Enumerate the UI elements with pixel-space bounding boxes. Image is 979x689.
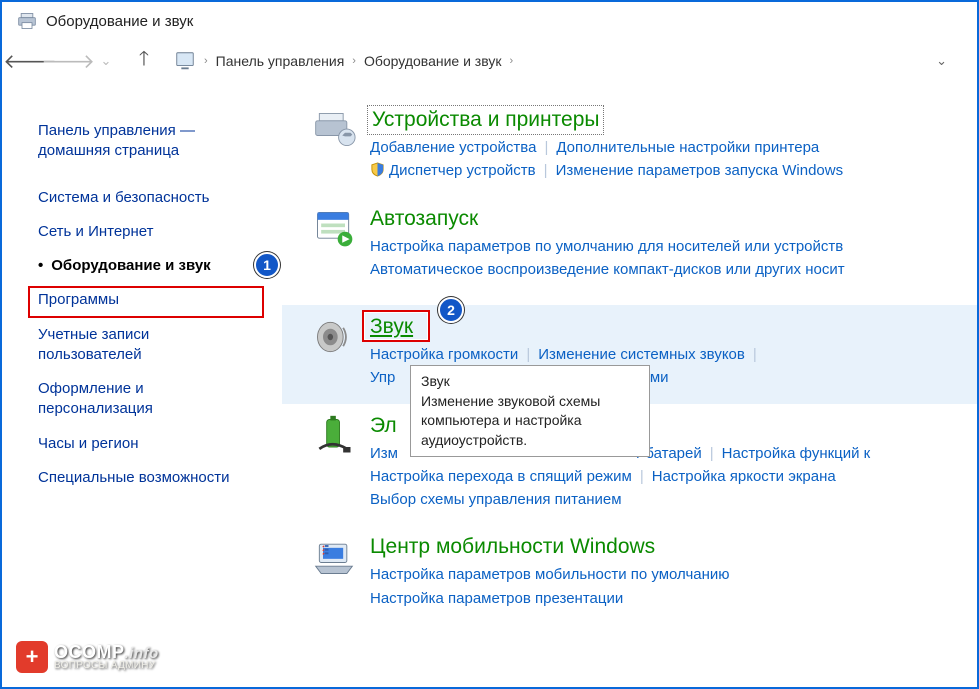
link-presentation[interactable]: Настройка параметров презентации <box>370 590 623 607</box>
sidebar-item-hardware-sound[interactable]: • Оборудование и звук <box>38 249 282 283</box>
sidebar-item-system[interactable]: Система и безопасность <box>38 181 282 215</box>
sidebar-item-clock[interactable]: Часы и регион <box>38 427 282 461</box>
breadcrumb: › Панель управления › Оборудование и зву… <box>168 46 963 76</box>
window-title: Оборудование и звук <box>46 13 193 30</box>
link-volume[interactable]: Настройка громкости <box>370 346 518 363</box>
cat-title-sound[interactable]: Звук <box>370 315 413 339</box>
chevron-down-icon[interactable]: ⌄ <box>926 53 957 69</box>
autoplay-icon <box>312 207 356 251</box>
link-auto-cd[interactable]: Автоматическое воспроизведение компакт-д… <box>370 261 845 278</box>
crumb-control-panel[interactable]: Панель управления <box>216 53 345 69</box>
tooltip-body: Изменение звуковой схемы компьютера и на… <box>421 392 639 451</box>
sidebar-item-appearance[interactable]: Оформление и персонализация <box>38 372 238 427</box>
sidebar: Панель управления — домашняя страница Си… <box>2 90 282 495</box>
annotation-badge-2: 2 <box>438 297 464 323</box>
category-autoplay: Автозапуск Настройка параметров по умолч… <box>282 207 977 282</box>
links-row: Добавление устройства|Дополнительные нас… <box>370 136 977 159</box>
link-printer-settings[interactable]: Дополнительные настройки принтера <box>556 139 819 156</box>
mobility-icon <box>312 535 356 579</box>
forward-button[interactable]: 🡒 <box>54 47 82 75</box>
chevron-right-icon: › <box>352 55 356 67</box>
link-windows-startup[interactable]: Изменение параметров запуска Windows <box>556 162 844 179</box>
cp-icon <box>174 50 196 72</box>
link-power-left[interactable]: Изм <box>370 445 398 462</box>
devices-printers-icon <box>312 108 356 152</box>
links-row: Диспетчер устройств|Изменение параметров… <box>370 159 977 182</box>
link-device-manager[interactable]: Диспетчер устройств <box>389 162 536 179</box>
annotation-badge-1: 1 <box>254 252 280 278</box>
link-mobility-defaults[interactable]: Настройка параметров мобильности по умол… <box>370 566 730 583</box>
bullet-icon: • <box>38 257 43 274</box>
link-brightness[interactable]: Настройка яркости экрана <box>652 468 836 485</box>
back-button[interactable]: 🡐 <box>16 47 44 75</box>
main-panel: Устройства и принтеры Добавление устройс… <box>282 90 977 634</box>
link-sound-truncated-left[interactable]: Упр <box>370 369 395 386</box>
tooltip: Звук Изменение звуковой схемы компьютера… <box>410 365 650 457</box>
watermark-main: OCOMP <box>54 642 125 662</box>
sidebar-item-home[interactable]: Панель управления — домашняя страница <box>38 114 238 169</box>
cat-title-mobility[interactable]: Центр мобильности Windows <box>370 535 655 559</box>
titlebar: Оборудование и звук <box>2 2 977 40</box>
power-icon <box>312 414 356 458</box>
plus-icon: + <box>16 641 48 673</box>
cat-title-devices[interactable]: Устройства и принтеры <box>370 108 601 132</box>
category-devices-printers: Устройства и принтеры Добавление устройс… <box>282 108 977 183</box>
sidebar-item-network[interactable]: Сеть и Интернет <box>38 215 282 249</box>
crumb-hardware-sound[interactable]: Оборудование и звук <box>364 53 502 69</box>
sidebar-item-programs[interactable]: Программы <box>38 283 282 317</box>
link-sleep[interactable]: Настройка перехода в спящий режим <box>370 468 632 485</box>
chevron-right-icon: › <box>509 55 513 67</box>
sidebar-active-label: Оборудование и звук <box>51 257 210 274</box>
content: Панель управления — домашняя страница Си… <box>2 90 977 634</box>
nav-row: 🡐 🡒 ⌄ 🡑 › Панель управления › Оборудован… <box>2 40 977 90</box>
link-add-device[interactable]: Добавление устройства <box>370 139 536 156</box>
watermark-sub: ВОПРОСЫ АДМИНУ <box>54 661 159 671</box>
category-mobility: Центр мобильности Windows Настройка пара… <box>282 535 977 610</box>
link-power-buttons[interactable]: Настройка функций к <box>722 445 871 462</box>
recent-dropdown[interactable]: ⌄ <box>92 47 120 75</box>
printer-icon <box>16 10 38 32</box>
up-button[interactable]: 🡑 <box>130 47 158 75</box>
chevron-right-icon: › <box>204 55 208 67</box>
cat-title-autoplay[interactable]: Автозапуск <box>370 207 478 231</box>
shield-icon <box>370 161 385 176</box>
cat-title-power[interactable]: Эл <box>370 414 397 438</box>
link-autoplay-defaults[interactable]: Настройка параметров по умолчанию для но… <box>370 238 843 255</box>
link-system-sounds[interactable]: Изменение системных звуков <box>538 346 745 363</box>
link-power-plan[interactable]: Выбор схемы управления питанием <box>370 491 622 508</box>
watermark: + OCOMP.info ВОПРОСЫ АДМИНУ <box>16 641 159 673</box>
sound-icon <box>312 315 356 359</box>
sidebar-item-accessibility[interactable]: Специальные возможности <box>38 461 282 495</box>
sidebar-item-accounts[interactable]: Учетные записи пользователей <box>38 318 238 373</box>
tooltip-title: Звук <box>421 372 639 392</box>
